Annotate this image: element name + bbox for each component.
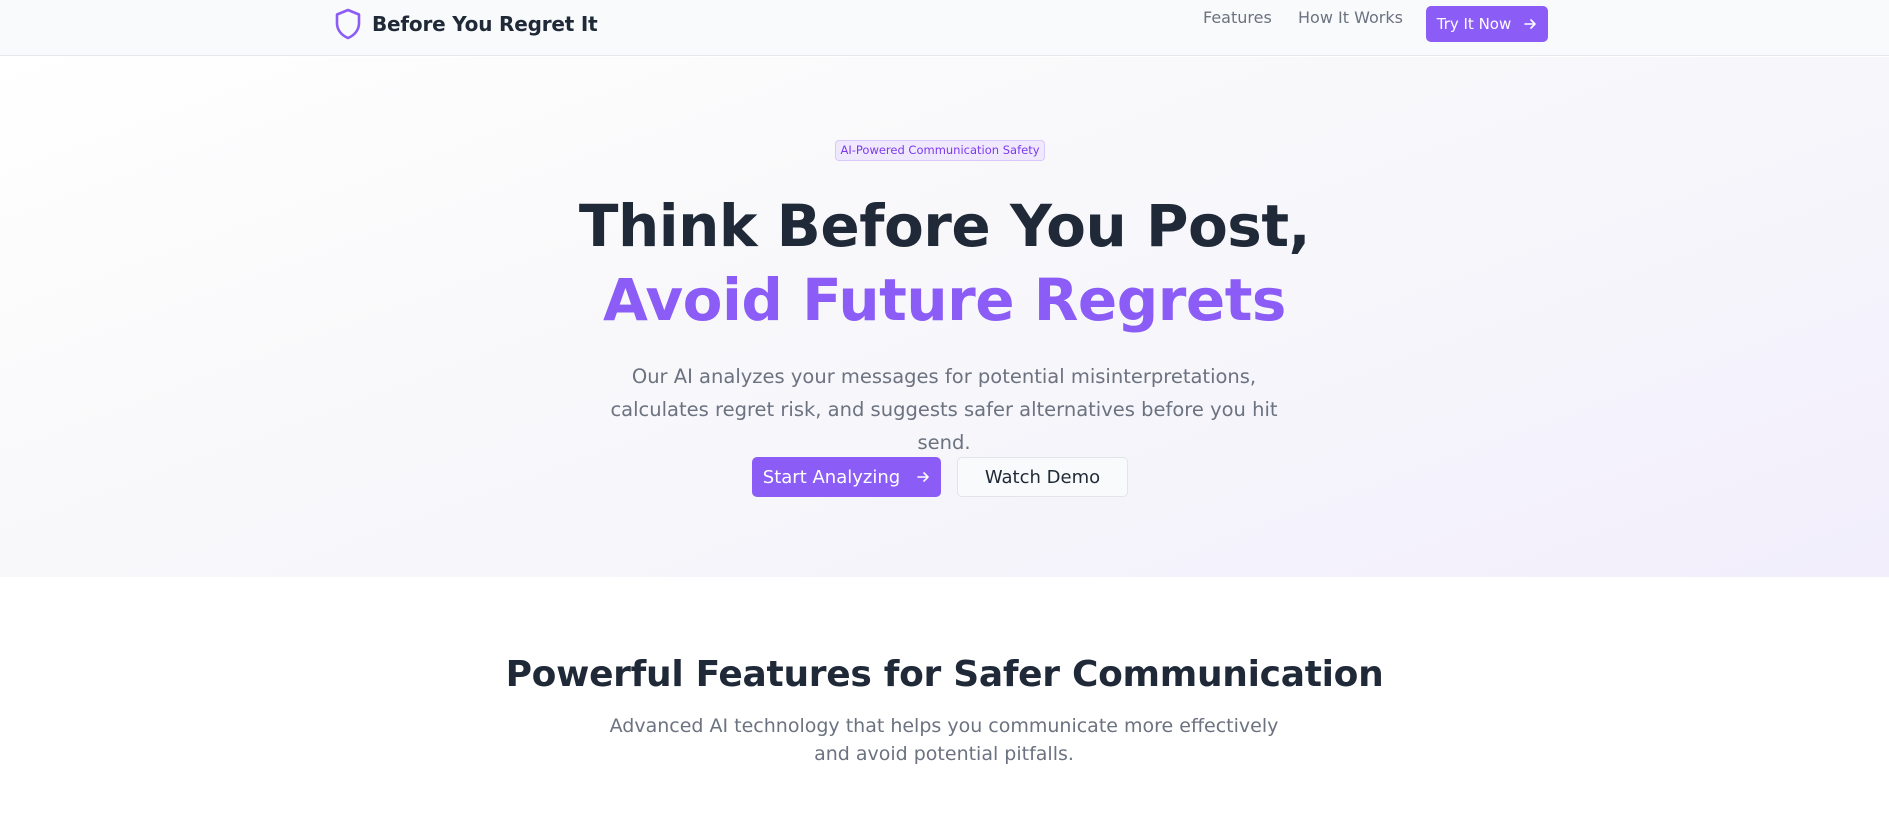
watch-demo-label: Watch Demo (984, 466, 1101, 488)
hero-subtitle: Our AI analyzes your messages for potent… (610, 365, 1278, 454)
try-it-now-label: Try It Now (1436, 15, 1512, 33)
features-subtitle: Advanced AI technology that helps you co… (609, 715, 1279, 765)
headline-line-2: Avoid Future Regrets (603, 266, 1286, 334)
shield-icon (335, 8, 361, 40)
arrow-right-icon (917, 472, 929, 482)
brand-name: Before You Regret It (372, 12, 598, 36)
site-header: Before You Regret It Features How It Wor… (0, 0, 1889, 56)
hero-headline: Think Before You Post, Avoid Future Regr… (0, 189, 1889, 337)
watch-demo-button[interactable]: Watch Demo (957, 457, 1128, 497)
nav-link-how-it-works[interactable]: How It Works (1298, 0, 1403, 36)
nav-link-features[interactable]: Features (1203, 0, 1272, 36)
brand[interactable]: Before You Regret It (334, 8, 598, 40)
start-analyzing-label: Start Analyzing (762, 466, 901, 488)
hero-badge: AI-Powered Communication Safety (835, 140, 1045, 161)
headline-line-1: Think Before You Post, (578, 192, 1311, 260)
features-title: Powerful Features for Safer Communicatio… (505, 654, 1384, 695)
hero-section: AI-Powered Communication Safety Think Be… (0, 57, 1889, 577)
try-it-now-button[interactable]: Try It Now (1426, 6, 1548, 42)
start-analyzing-button[interactable]: Start Analyzing (752, 457, 941, 497)
arrow-right-icon (1524, 19, 1537, 29)
